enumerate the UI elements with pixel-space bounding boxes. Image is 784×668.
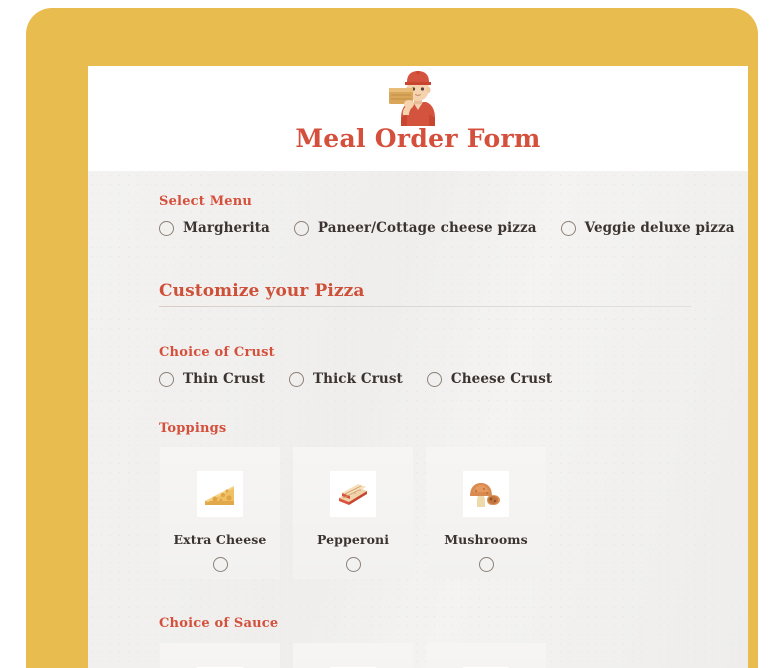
radio-option-cheese-crust[interactable]: Cheese Crust: [426, 371, 553, 387]
radio-circle-icon[interactable]: [426, 371, 442, 387]
radio-circle-icon[interactable]: [293, 220, 309, 236]
topping-label: Extra Cheese: [173, 532, 267, 547]
radio-label: Thick Crust: [313, 371, 403, 387]
radio-circle-icon[interactable]: [212, 557, 228, 572]
customize-pizza-label: Customize your Pizza: [159, 281, 365, 301]
radio-option-thick-crust[interactable]: Thick Crust: [289, 371, 403, 387]
select-menu-label: Select Menu: [159, 194, 253, 209]
radio-circle-icon[interactable]: [289, 371, 305, 387]
form-header: Meal Order Form: [88, 66, 748, 171]
radio-label: Margherita: [183, 220, 270, 236]
sauce-cards: [160, 643, 559, 668]
cheese-wedge-icon: [197, 471, 243, 517]
toppings-cards: Extra Cheese Pepperoni Mushrooms: [160, 447, 559, 579]
pizza-delivery-person-icon: [385, 70, 451, 126]
toppings-label: Toppings: [159, 421, 227, 436]
topping-label: Pepperoni: [316, 532, 390, 547]
sauce-card-1[interactable]: [160, 643, 280, 668]
form-body: Select Menu Margherita Paneer/Cottage ch…: [88, 171, 748, 668]
form-page: Meal Order Form Select Menu Margherita P…: [88, 66, 748, 668]
radio-circle-icon[interactable]: [159, 371, 174, 387]
topping-card-mushrooms[interactable]: Mushrooms: [426, 447, 546, 579]
radio-option-margherita[interactable]: Margherita: [159, 220, 270, 236]
radio-label: Paneer/Cottage cheese pizza: [317, 220, 537, 236]
page-title: Meal Order Form: [295, 124, 541, 153]
radio-label: Thin Crust: [183, 371, 266, 387]
radio-label: Cheese Crust: [450, 371, 553, 387]
crust-options: Thin Crust Thick Crust Cheese Crust: [159, 371, 576, 387]
pepperoni-slices-icon: [330, 471, 376, 517]
sauce-label: Choice of Sauce: [159, 616, 279, 631]
radio-option-veggie-deluxe-pizza[interactable]: Veggie deluxe pizza: [560, 220, 735, 236]
radio-circle-icon[interactable]: [478, 557, 494, 572]
radio-circle-icon[interactable]: [159, 220, 174, 236]
select-menu-options: Margherita Paneer/Cottage cheese pizza V…: [159, 220, 748, 236]
section-select-menu: Select Menu Margherita Paneer/Cottage ch…: [159, 194, 748, 236]
radio-option-thin-crust[interactable]: Thin Crust: [159, 371, 265, 387]
topping-card-extra-cheese[interactable]: Extra Cheese: [160, 447, 280, 579]
radio-label: Veggie deluxe pizza: [584, 220, 735, 236]
radio-circle-icon[interactable]: [560, 220, 576, 236]
section-toppings: Toppings: [159, 421, 226, 447]
radio-circle-icon[interactable]: [345, 557, 361, 572]
section-customize-pizza: Customize your Pizza: [159, 281, 365, 312]
topping-card-pepperoni[interactable]: Pepperoni: [293, 447, 413, 579]
crust-label: Choice of Crust: [159, 345, 275, 360]
customize-divider: [159, 306, 691, 307]
topping-label: Mushrooms: [444, 532, 528, 547]
device-frame: Meal Order Form Select Menu Margherita P…: [26, 8, 758, 668]
radio-option-paneer-cottage-cheese-pizza[interactable]: Paneer/Cottage cheese pizza: [293, 220, 537, 236]
section-choice-of-crust: Choice of Crust Thin Crust Thick Crust C…: [159, 345, 576, 387]
sauce-card-3[interactable]: [426, 643, 546, 668]
sauce-card-2[interactable]: [293, 643, 413, 668]
mushrooms-icon: [463, 471, 509, 517]
section-choice-of-sauce: Choice of Sauce: [159, 616, 278, 642]
